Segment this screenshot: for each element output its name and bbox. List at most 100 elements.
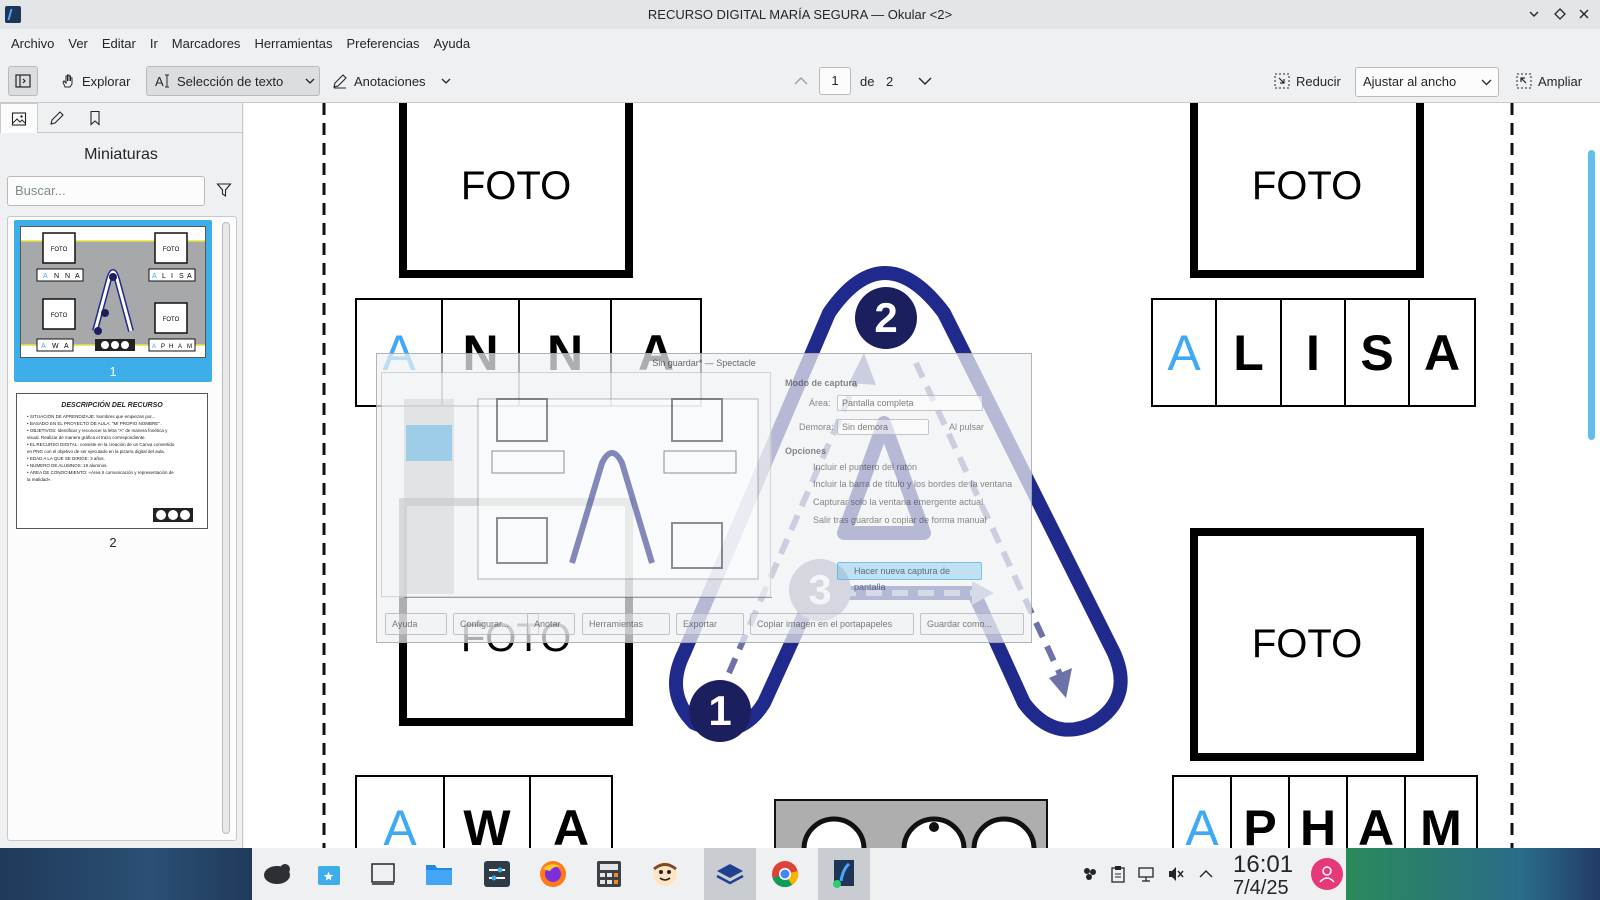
kid-app-icon[interactable] <box>650 859 680 889</box>
show-desktop-icon[interactable] <box>368 859 398 889</box>
annotations-label: Anotaciones <box>354 73 426 89</box>
zoom-mode-value: Ajustar al ancho <box>1363 74 1457 89</box>
chrome-icon[interactable] <box>770 859 800 889</box>
browse-tool-button[interactable]: Explorar <box>52 66 138 96</box>
next-page-button[interactable] <box>910 66 940 96</box>
spectacle-export-button[interactable]: Exportar <box>676 613 744 635</box>
hand-icon <box>62 74 73 88</box>
spectacle-help-button[interactable]: Ayuda <box>385 613 447 635</box>
svg-text:A: A <box>41 343 46 350</box>
thumbnail-label-2: 2 <box>109 535 117 550</box>
spectacle-tools-button[interactable]: Herramientas <box>582 613 670 635</box>
maximize-icon[interactable] <box>1551 5 1569 23</box>
firefox-icon[interactable] <box>538 859 568 889</box>
title-bar: RECURSO DIGITAL MARÍA SEGURA — Okular <2… <box>0 0 1600 29</box>
svg-text:FOTO: FOTO <box>163 317 180 323</box>
filter-icon[interactable] <box>216 182 232 198</box>
svg-text:FOTO: FOTO <box>51 247 68 253</box>
user-icon <box>1319 866 1335 883</box>
user-avatar[interactable] <box>1311 858 1343 890</box>
window-title: RECURSO DIGITAL MARÍA SEGURA — Okular <2… <box>647 7 953 22</box>
thumbnail-page-2-line: la realidad». <box>27 477 52 482</box>
clock-time[interactable]: 16:01 <box>1233 851 1293 879</box>
page-number-input[interactable]: 1 <box>819 67 851 95</box>
calculator-icon[interactable] <box>594 859 624 889</box>
spectacle-option-popup[interactable]: Capturar solo la ventana emergente actua… <box>813 497 983 507</box>
name-row-alisa: A L I S A <box>1151 298 1476 407</box>
thumbnail-page-1[interactable]: FOTO FOTO ANNA ALISA FOTO FOTO AWA A P H… <box>14 220 212 382</box>
text-select-dropdown[interactable] <box>300 66 320 96</box>
layers-app-icon[interactable] <box>715 859 745 889</box>
menu-editar[interactable]: Editar <box>95 29 143 59</box>
zoom-in-label: Ampliar <box>1538 73 1583 89</box>
thumbnail-search-input[interactable]: Buscar... <box>7 176 205 206</box>
menu-preferencias[interactable]: Preferencias <box>339 29 426 59</box>
thumbnail-page-2-line: • ÁREA DE CONOCIMIENTO: «Área II comunic… <box>27 470 174 475</box>
network-icon[interactable] <box>1137 859 1157 889</box>
spectacle-option-pointer[interactable]: Incluir el puntero del ratón <box>813 462 917 472</box>
document-scrollbar[interactable] <box>1587 110 1596 840</box>
text-select-tool-button[interactable]: A Selección de texto <box>146 66 301 96</box>
annotations-button[interactable]: Anotaciones <box>324 66 460 96</box>
spectacle-option-titlebar[interactable]: Incluir la barra de título y los bordes … <box>813 479 1012 489</box>
menu-archivo[interactable]: Archivo <box>4 29 61 59</box>
clock-date[interactable]: 7/4/25 <box>1233 877 1289 900</box>
zoom-out-button[interactable]: Reducir <box>1266 66 1349 96</box>
sidebar-toggle-icon <box>15 74 31 88</box>
svg-text:A: A <box>155 74 164 89</box>
spectacle-window[interactable]: Sin guardar* — Spectacle Modo de captura… <box>376 353 1032 643</box>
thumbnail-scrollbar[interactable] <box>222 222 230 834</box>
thumbnail-page-2-line: • BASADO EN EL PROYECTO DE AULA: "MI PRO… <box>27 421 162 426</box>
spectacle-copy-button[interactable]: Copiar imagen en el portapapeles <box>750 613 914 635</box>
chevron-down-icon <box>441 78 451 84</box>
spectacle-new-capture-button[interactable]: Hacer nueva captura de pantalla <box>837 562 982 592</box>
spectacle-on-click-label[interactable]: Al pulsar <box>949 422 984 432</box>
spectacle-delay-input[interactable]: Sin demora <box>837 419 929 435</box>
okular-task-icon[interactable] <box>829 859 859 889</box>
step-1-label: 1 <box>708 687 732 734</box>
file-manager-icon[interactable] <box>424 859 454 889</box>
menu-marcadores[interactable]: Marcadores <box>165 29 248 59</box>
letter-cell: A <box>357 777 445 848</box>
system-settings-icon[interactable] <box>482 859 512 889</box>
thumbnail-page-2-line: en PNG con el objetivo de ser ejecutado … <box>27 449 165 454</box>
spectacle-save-as-button[interactable]: Guardar como... <box>920 613 1024 635</box>
document-scrollbar-handle[interactable] <box>1588 150 1595 440</box>
thumbnail-list[interactable]: FOTO FOTO ANNA ALISA FOTO FOTO AWA A P H… <box>7 216 237 841</box>
minimize-icon[interactable] <box>1525 5 1543 23</box>
thumbnail-page-2[interactable]: DESCRIPCIÓN DEL RECURSO • SITUACIÓN DE A… <box>16 393 208 529</box>
spectacle-screenshot-preview <box>381 372 774 607</box>
thumbnail-page-1-preview: FOTO FOTO ANNA ALISA FOTO FOTO AWA A P H… <box>20 226 206 358</box>
svg-text:P: P <box>161 344 165 350</box>
image-icon <box>11 111 27 126</box>
volume-muted-icon[interactable] <box>1166 859 1186 889</box>
letter-cell: H <box>1290 777 1348 848</box>
thumbnail-page-2-line: • OBJETIVOS: Identificar y reconocer la … <box>27 428 168 433</box>
tab-annotations[interactable] <box>38 103 76 133</box>
spectacle-annotate-button[interactable]: Anotar <box>527 613 575 635</box>
zoom-mode-select[interactable]: Ajustar al ancho <box>1355 67 1499 97</box>
menu-herramientas[interactable]: Herramientas <box>247 29 339 59</box>
tab-bookmarks[interactable] <box>76 103 114 133</box>
previous-page-button[interactable] <box>786 66 816 96</box>
toggle-sidebar-button[interactable] <box>8 66 38 96</box>
letter-cell: A <box>1348 777 1406 848</box>
spectacle-area-select[interactable]: Pantalla completa <box>837 395 983 411</box>
chevron-up-icon[interactable] <box>1196 859 1216 889</box>
tab-thumbnails[interactable] <box>0 103 38 133</box>
spectacle-option-quit[interactable]: Salir tras guardar o copiar de forma man… <box>813 515 987 525</box>
pen-icon <box>333 74 347 89</box>
zoom-in-button[interactable]: Ampliar <box>1508 66 1590 96</box>
wallpaper-strip <box>1346 848 1600 900</box>
menu-ayuda[interactable]: Ayuda <box>426 29 477 59</box>
thumbnail-page-2-line: • EDAD A LA QUE SE DIRIGE: 3 años. <box>27 456 105 461</box>
svg-text:M: M <box>187 344 192 350</box>
close-icon[interactable] <box>1575 5 1593 23</box>
clipboard-icon[interactable] <box>1108 859 1128 889</box>
discover-store-icon[interactable] <box>314 859 344 889</box>
bluetooth-icon[interactable] <box>1080 859 1100 889</box>
menu-ver[interactable]: Ver <box>61 29 95 59</box>
menu-ir[interactable]: Ir <box>143 29 165 59</box>
application-launcher-icon[interactable] <box>262 859 292 889</box>
svg-text:N: N <box>54 273 59 280</box>
